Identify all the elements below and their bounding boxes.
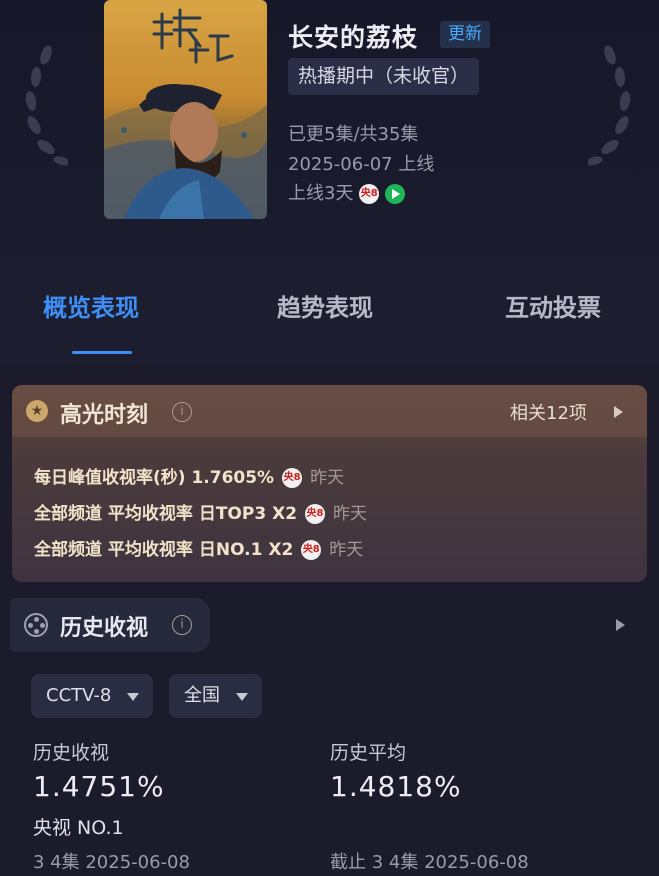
history-rating-label: 历史收视 <box>33 742 110 764</box>
highlight-time: 昨天 <box>310 468 345 488</box>
cctv8-icon: 央8 <box>301 540 322 560</box>
info-icon[interactable]: i <box>172 615 192 635</box>
highlight-item: 每日峰值收视率(秒) 1.7605% 央8 昨天 <box>34 463 344 488</box>
video-platform-icon[interactable] <box>384 184 405 204</box>
highlight-item: 全部频道 平均收视率 日TOP3 X2 央8 昨天 <box>34 499 367 524</box>
rank-badge: 央视 NO.1 <box>33 817 124 839</box>
channel-dropdown-value: CCTV-8 <box>46 685 112 706</box>
tab-overview[interactable]: 概览表现 <box>43 288 139 323</box>
history-title: 历史收视 <box>60 616 149 641</box>
active-tab-indicator <box>72 351 132 354</box>
show-poster[interactable] <box>104 0 267 219</box>
poster-illustration <box>104 8 267 219</box>
region-dropdown[interactable]: 全国 <box>169 674 262 718</box>
update-badge: 更新 <box>440 21 490 48</box>
region-dropdown-value: 全国 <box>184 685 220 706</box>
days-online: 上线3天 <box>288 183 354 204</box>
airing-status-badge: 热播期中（未收官） <box>288 58 480 95</box>
tab-bar: 概览表现 趋势表现 互动投票 <box>0 255 659 365</box>
history-average-value: 1.4818% <box>330 770 462 803</box>
highlight-time: 昨天 <box>329 540 364 560</box>
channel-dropdown[interactable]: CCTV-8 <box>31 674 153 718</box>
highlight-item: 全部频道 平均收视率 日NO.1 X2 央8 昨天 <box>34 535 363 560</box>
chevron-right-icon[interactable] <box>616 619 625 631</box>
premiere-date: 2025-06-07 上线 <box>288 154 435 175</box>
highlights-title: 高光时刻 <box>60 403 149 428</box>
episode-count: 已更5集/共35集 <box>288 124 419 145</box>
show-title: 长安的荔枝 <box>288 23 419 52</box>
history-rating-value: 1.4751% <box>33 770 165 803</box>
history-rating-date: 3 4集 2025-06-08 <box>33 852 190 873</box>
tab-trends[interactable]: 趋势表现 <box>277 288 373 323</box>
history-average-label: 历史平均 <box>330 742 407 764</box>
highlight-text: 每日峰值收视率(秒) 1.7605% <box>34 468 275 488</box>
laurel-left-icon <box>25 45 68 166</box>
laurel-right-icon <box>588 45 631 166</box>
cctv8-icon: 央8 <box>359 184 380 204</box>
highlight-text: 全部频道 平均收视率 日NO.1 X2 <box>34 540 294 560</box>
star-icon: ★ <box>26 400 48 422</box>
chevron-right-icon[interactable] <box>614 406 623 418</box>
film-reel-icon <box>24 613 48 637</box>
poster-calligraphy-logo <box>152 8 234 64</box>
cctv8-icon: 央8 <box>282 468 303 488</box>
chevron-down-icon <box>127 693 139 701</box>
highlight-text: 全部频道 平均收视率 日TOP3 X2 <box>34 504 298 524</box>
related-items-link[interactable]: 相关12项 <box>510 399 587 425</box>
chevron-down-icon <box>236 693 248 701</box>
highlights-card: ★ 高光时刻 i 相关12项 每日峰值收视率(秒) 1.7605% 央8 昨天 全部… <box>12 385 647 582</box>
cctv8-icon: 央8 <box>305 504 326 524</box>
highlights-header: ★ 高光时刻 i 相关12项 <box>12 385 647 437</box>
show-header: 长安的荔枝 更新 热播期中（未收官） 已更5集/共35集 2025-06-07 … <box>0 0 659 255</box>
days-online-row: 上线3天 央8 <box>288 179 405 205</box>
info-icon[interactable]: i <box>172 402 192 422</box>
highlight-time: 昨天 <box>333 504 368 524</box>
history-section-header: 历史收视 i <box>10 598 210 652</box>
tab-interactive-vote[interactable]: 互动投票 <box>505 288 601 323</box>
history-average-date: 截止 3 4集 2025-06-08 <box>330 852 529 873</box>
